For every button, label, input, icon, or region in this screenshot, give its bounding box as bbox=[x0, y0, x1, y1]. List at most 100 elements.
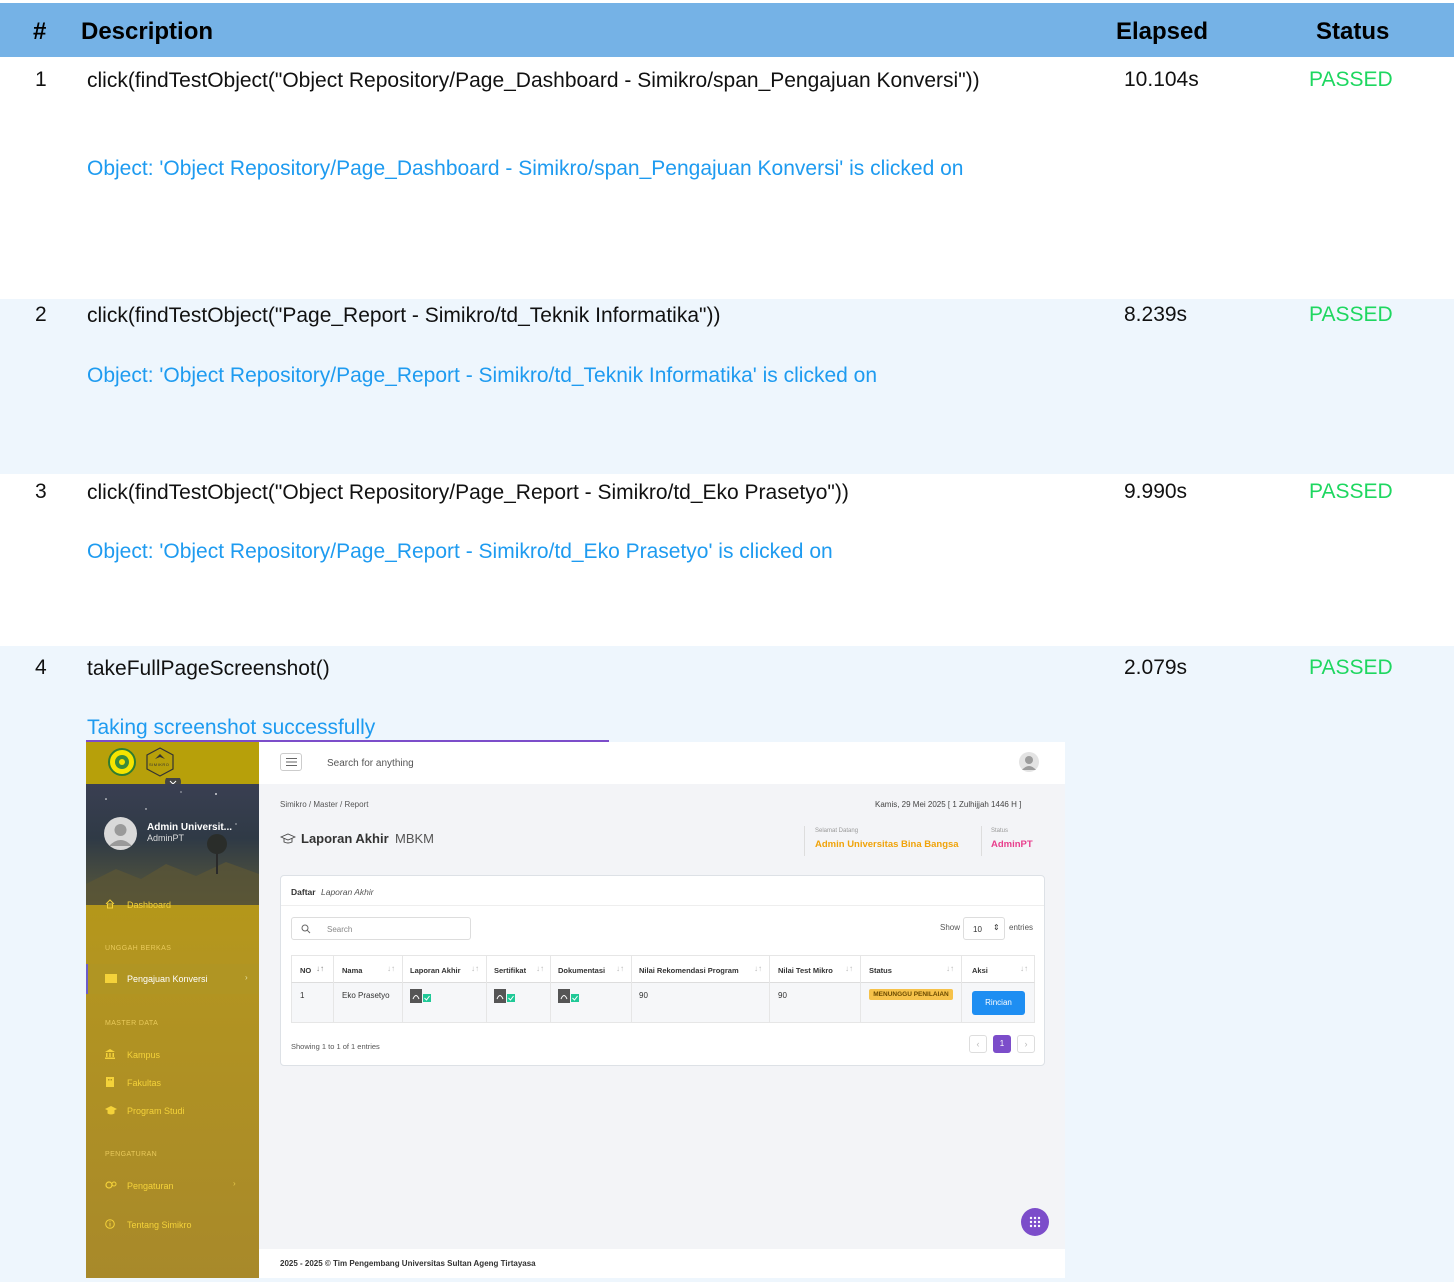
status-value: AdminPT bbox=[991, 839, 1033, 850]
report-card: Daftar Laporan Akhir Search Show 10 ⇕ en… bbox=[280, 875, 1045, 1066]
bank-icon bbox=[105, 1049, 115, 1059]
entries-label: entries bbox=[1009, 923, 1034, 932]
sort-icon[interactable]: ↓↑ bbox=[316, 964, 324, 973]
page-1-button[interactable]: 1 bbox=[993, 1035, 1011, 1053]
page-subtitle: MBKM bbox=[395, 831, 434, 846]
graduation-cap-icon bbox=[280, 833, 296, 844]
step-status: PASSED bbox=[1309, 480, 1393, 503]
table-row: 2 click(findTestObject("Page_Report - Si… bbox=[0, 299, 1454, 474]
sidebar-item-fakultas[interactable]: Fakultas bbox=[127, 1078, 161, 1088]
user-role: AdminPT bbox=[147, 833, 185, 843]
sort-icon[interactable]: ↓↑ bbox=[946, 964, 954, 973]
sidebar-item-tentang[interactable]: Tentang Simikro bbox=[127, 1220, 192, 1230]
divider bbox=[402, 983, 403, 1023]
pdf-icon[interactable] bbox=[494, 989, 508, 1003]
cell-nama: Eko Prasetyo bbox=[342, 991, 390, 1000]
info-icon bbox=[105, 1219, 115, 1229]
sidebar-section-upload: UNGGAH BERKAS bbox=[105, 945, 172, 952]
sidebar-item-program-studi[interactable]: Program Studi bbox=[127, 1106, 185, 1116]
table-row: 3 click(findTestObject("Object Repositor… bbox=[0, 474, 1454, 646]
step-description: click(findTestObject("Object Repository/… bbox=[87, 69, 980, 92]
next-page-button[interactable]: › bbox=[1017, 1035, 1035, 1053]
divider bbox=[550, 983, 551, 1023]
prev-page-button[interactable]: ‹ bbox=[969, 1035, 987, 1053]
column-nilai-rekomendasi[interactable]: Nilai Rekomendasi Program bbox=[639, 966, 739, 975]
sidebar-item-pengaturan[interactable]: Pengaturan bbox=[127, 1181, 174, 1191]
sort-icon[interactable]: ↓↑ bbox=[754, 964, 762, 973]
sort-icon[interactable]: ↓↑ bbox=[471, 964, 479, 973]
sort-icon[interactable]: ↓↑ bbox=[387, 964, 395, 973]
column-laporan-akhir[interactable]: Laporan Akhir bbox=[410, 966, 461, 975]
divider bbox=[769, 956, 770, 984]
divider bbox=[860, 983, 861, 1023]
column-aksi[interactable]: Aksi bbox=[972, 966, 988, 975]
home-icon bbox=[105, 899, 115, 909]
pagination-info: Showing 1 to 1 of 1 entries bbox=[291, 1042, 380, 1051]
sort-icon[interactable]: ↓↑ bbox=[536, 964, 544, 973]
header-elapsed: Elapsed bbox=[1116, 18, 1209, 45]
header-status: Status bbox=[1316, 18, 1390, 45]
column-nilai-test[interactable]: Nilai Test Mikro bbox=[778, 966, 833, 975]
column-status[interactable]: Status bbox=[869, 966, 892, 975]
column-no[interactable]: NO bbox=[300, 966, 311, 975]
column-dokumentasi[interactable]: Dokumentasi bbox=[558, 966, 605, 975]
entries-select[interactable]: 10 ⇕ bbox=[963, 917, 1005, 940]
page-title: Laporan Akhir bbox=[301, 831, 389, 846]
user-name: Admin Universit... bbox=[147, 822, 233, 833]
sidebar-item-dashboard[interactable]: Dashboard bbox=[127, 900, 171, 910]
step-status: PASSED bbox=[1309, 68, 1393, 91]
column-nama[interactable]: Nama bbox=[342, 966, 362, 975]
search-placeholder: Search bbox=[327, 925, 353, 934]
divider bbox=[631, 956, 632, 984]
search-field[interactable]: Search bbox=[291, 917, 471, 940]
search-input[interactable]: Search for anything bbox=[327, 758, 414, 769]
status-label: Status bbox=[991, 828, 1009, 834]
sort-icon[interactable]: ↓↑ bbox=[1020, 964, 1028, 973]
divider bbox=[804, 826, 805, 856]
grid-icon bbox=[1029, 1216, 1041, 1228]
header-index: # bbox=[33, 18, 47, 45]
sidebar-item-pengajuan-konversi[interactable]: Pengajuan Konversi › bbox=[86, 964, 259, 994]
chevron-right-icon: › bbox=[233, 1179, 236, 1188]
screenshot-image[interactable]: SIMIKRO Admin Universit... AdminPT Dashb… bbox=[86, 742, 1065, 1278]
divider bbox=[333, 956, 334, 984]
menu-toggle-button[interactable] bbox=[280, 753, 302, 771]
divider bbox=[550, 956, 551, 984]
step-message: Object: 'Object Repository/Page_Dashboar… bbox=[87, 157, 964, 180]
step-index: 1 bbox=[35, 68, 47, 91]
avatar[interactable] bbox=[104, 817, 137, 850]
flag-icon bbox=[105, 974, 117, 983]
hamburger-icon bbox=[286, 758, 297, 766]
column-sertifikat[interactable]: Sertifikat bbox=[494, 966, 526, 975]
table-header: # Description Elapsed Status bbox=[0, 3, 1454, 57]
sidebar-header: SIMIKRO bbox=[86, 742, 259, 790]
sidebar-section-settings: PENGATURAN bbox=[105, 1151, 158, 1158]
rincian-button[interactable]: Rincian bbox=[972, 991, 1025, 1015]
apps-fab-button[interactable] bbox=[1021, 1208, 1049, 1236]
step-status: PASSED bbox=[1309, 656, 1393, 679]
topbar: Search for anything bbox=[259, 742, 1065, 784]
step-message: Object: 'Object Repository/Page_Report -… bbox=[87, 540, 833, 563]
pdf-icon[interactable] bbox=[558, 989, 572, 1003]
welcome-label: Selamat Datang bbox=[815, 828, 859, 834]
step-description: click(findTestObject("Page_Report - Simi… bbox=[87, 304, 721, 327]
divider bbox=[486, 983, 487, 1023]
step-elapsed: 9.990s bbox=[1124, 480, 1188, 503]
step-description: click(findTestObject("Object Repository/… bbox=[87, 481, 849, 504]
divider bbox=[281, 905, 1044, 906]
sort-icon[interactable]: ↓↑ bbox=[845, 964, 853, 973]
chevron-right-icon: › bbox=[245, 973, 248, 982]
step-description: takeFullPageScreenshot() bbox=[87, 657, 330, 680]
sidebar-item-kampus[interactable]: Kampus bbox=[127, 1050, 160, 1060]
sort-icon[interactable]: ↓↑ bbox=[616, 964, 624, 973]
step-index: 4 bbox=[35, 656, 47, 679]
card-subtitle: Laporan Akhir bbox=[321, 887, 374, 897]
divider bbox=[860, 956, 861, 984]
avatar[interactable] bbox=[1019, 752, 1039, 772]
cell-nilai-rekomendasi: 90 bbox=[639, 991, 648, 1000]
pdf-icon[interactable] bbox=[410, 989, 424, 1003]
cell-nilai-test: 90 bbox=[778, 991, 787, 1000]
divider bbox=[961, 983, 962, 1023]
table-row[interactable]: 1 Eko Prasetyo 90 90 MENUNGGU PENILAIAN … bbox=[291, 983, 1035, 1023]
simikro-logo-text: SIMIKRO bbox=[149, 762, 170, 767]
